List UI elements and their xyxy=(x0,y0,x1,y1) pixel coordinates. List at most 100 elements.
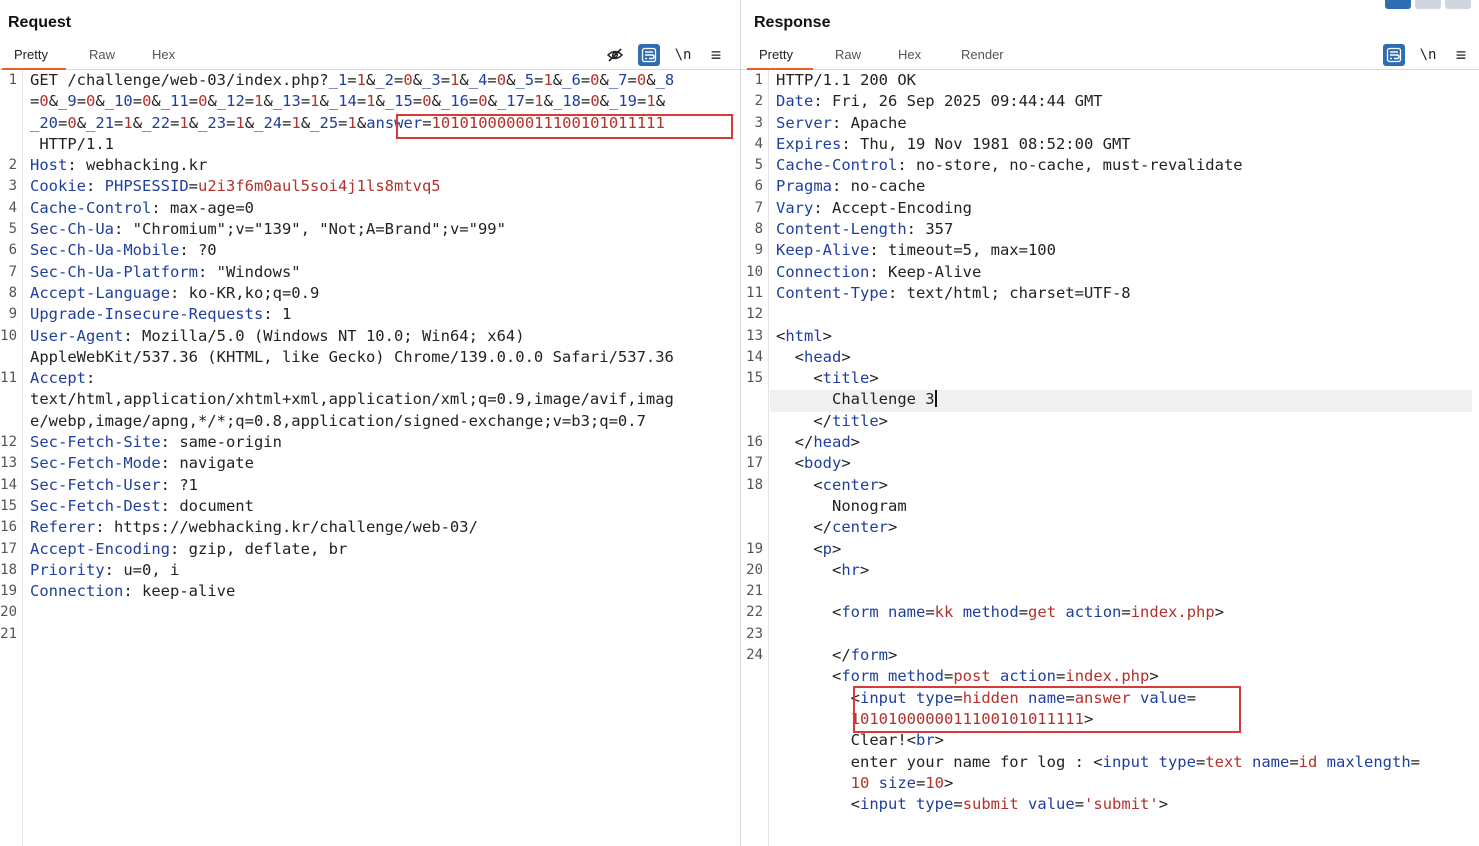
code-line: 3 Cookie: PHPSESSID=u2i3f6m0aul5soi4j1ls8… xyxy=(0,176,738,197)
code-line: 11 Accept: text/html,application/xhtml+xml… xyxy=(0,368,738,432)
line-number: 21 xyxy=(0,625,17,642)
wrap-lines-icon[interactable] xyxy=(1383,44,1405,66)
code-line: 19 Connection: keep-alive xyxy=(0,581,738,602)
code-line: 7 Sec-Ch-Ua-Platform: "Windows" xyxy=(0,262,738,283)
text-caret xyxy=(934,390,937,408)
code-text: =0&_9=0&_10=0&_11=0&_12=1&_13=1&_14=1&_1… xyxy=(30,92,666,111)
line-number: 24 xyxy=(746,647,763,664)
hide-icon[interactable] xyxy=(604,44,626,66)
code-line: 18 Priority: u=0, i xyxy=(0,560,738,581)
line-number: 10 xyxy=(746,263,763,280)
code-line: 20 xyxy=(0,602,738,623)
newline-icon[interactable]: \n xyxy=(672,44,694,66)
code-line: 8 Content-Length: 357 xyxy=(741,219,1479,240)
code-line: 14 <head> xyxy=(741,347,1479,368)
line-number: 15 xyxy=(0,497,17,514)
menu-icon[interactable]: ≡ xyxy=(705,44,727,66)
line-number: 21 xyxy=(746,583,763,600)
request-editor[interactable]: 1 GET /challenge/web-03/index.php?_1=1&_2… xyxy=(0,70,738,645)
code-text: Cache-Control: max-age=0 xyxy=(30,198,254,217)
layout-split-icon[interactable] xyxy=(1385,0,1411,9)
code-text: <head> xyxy=(776,347,851,366)
code-text: </form> xyxy=(776,646,898,665)
code-text: Sec-Ch-Ua: "Chromium";v="139", "Not;A=Br… xyxy=(30,220,506,239)
code-line: 20 <hr> xyxy=(741,560,1479,581)
tab-raw[interactable]: Raw xyxy=(835,47,861,62)
code-text: Expires: Thu, 19 Nov 1981 08:52:00 GMT xyxy=(776,134,1131,153)
code-line: 4 Expires: Thu, 19 Nov 1981 08:52:00 GMT xyxy=(741,134,1479,155)
line-number: 3 xyxy=(754,114,763,131)
response-tabs: Pretty Raw Hex Render \n ≡ xyxy=(741,42,1479,70)
code-line: 4 Cache-Control: max-age=0 xyxy=(0,198,738,219)
line-number: 13 xyxy=(0,455,17,472)
newline-icon[interactable]: \n xyxy=(1417,44,1439,66)
line-number: 16 xyxy=(746,434,763,451)
code-text: <body> xyxy=(776,454,851,473)
line-number: 8 xyxy=(8,284,17,301)
line-number: 15 xyxy=(746,370,763,387)
code-text: AppleWebKit/537.36 (KHTML, like Gecko) C… xyxy=(30,347,674,366)
line-number: 1 xyxy=(754,72,763,88)
hidden-answer-highlight-box xyxy=(853,686,1241,733)
code-line: 2 Host: webhacking.kr xyxy=(0,155,738,176)
code-text: Cookie: PHPSESSID=u2i3f6m0aul5soi4j1ls8m… xyxy=(30,177,441,196)
code-text: <html> xyxy=(776,326,833,345)
code-text: GET /challenge/web-03/index.php?_1=1&_2=… xyxy=(30,71,675,89)
code-line: 13 Sec-Fetch-Mode: navigate xyxy=(0,453,738,474)
code-text: </head> xyxy=(776,433,860,452)
code-text: <hr> xyxy=(776,560,870,579)
line-number: 11 xyxy=(746,284,763,301)
line-number: 2 xyxy=(8,157,17,174)
code-text: Sec-Ch-Ua-Mobile: ?0 xyxy=(30,241,217,260)
line-number: 9 xyxy=(8,306,17,323)
line-number: 4 xyxy=(754,135,763,152)
code-text: User-Agent: Mozilla/5.0 (Windows NT 10.0… xyxy=(30,326,525,345)
code-line: 14 Sec-Fetch-User: ?1 xyxy=(0,475,738,496)
code-text: Sec-Fetch-User: ?1 xyxy=(30,475,198,494)
code-line: 7 Vary: Accept-Encoding xyxy=(741,198,1479,219)
tab-raw[interactable]: Raw xyxy=(89,47,115,62)
code-line: 23 xyxy=(741,624,1479,645)
code-text: Upgrade-Insecure-Requests: 1 xyxy=(30,305,292,324)
code-text: 10 size=10> xyxy=(850,773,954,792)
line-number: 2 xyxy=(754,93,763,110)
layout-vertical-icon[interactable] xyxy=(1445,0,1471,9)
code-text: Nonogram xyxy=(776,496,907,515)
code-line: 5 Cache-Control: no-store, no-cache, must… xyxy=(741,155,1479,176)
line-number: 12 xyxy=(0,434,17,451)
request-title: Request xyxy=(8,14,72,31)
code-line: 15 Sec-Fetch-Dest: document xyxy=(0,496,738,517)
tab-pretty[interactable]: Pretty xyxy=(14,47,48,62)
tab-pretty[interactable]: Pretty xyxy=(759,47,793,62)
code-text: </center> xyxy=(776,518,898,537)
code-line: 3 Server: Apache xyxy=(741,113,1479,134)
code-line: 16 Referer: https://webhacking.kr/challen… xyxy=(0,517,738,538)
line-number: 3 xyxy=(8,178,17,195)
code-line: 22 <form name=kk method=get action=index… xyxy=(741,602,1479,623)
code-line: 19 <p> xyxy=(741,539,1479,560)
code-line: 17 <body> xyxy=(741,453,1479,474)
tab-render[interactable]: Render xyxy=(961,47,1004,62)
request-tabs: Pretty Raw Hex \n ≡ xyxy=(0,42,740,70)
code-line: 1 HTTP/1.1 200 OK xyxy=(741,70,1479,91)
code-line: 6 Pragma: no-cache xyxy=(741,176,1479,197)
tab-hex[interactable]: Hex xyxy=(152,47,175,62)
line-number: 18 xyxy=(746,476,763,493)
code-line: 9 Upgrade-Insecure-Requests: 1 xyxy=(0,304,738,325)
code-text: <center> xyxy=(776,475,889,494)
line-number: 8 xyxy=(754,221,763,238)
line-number: 11 xyxy=(0,370,17,387)
layout-horizontal-icon[interactable] xyxy=(1415,0,1441,9)
code-text: Sec-Fetch-Mode: navigate xyxy=(30,454,254,473)
request-panel: Request Pretty Raw Hex \n ≡ 1 GET /challe… xyxy=(0,0,741,846)
menu-icon[interactable]: ≡ xyxy=(1450,44,1472,66)
code-text: Pragma: no-cache xyxy=(776,177,926,196)
code-text: Keep-Alive: timeout=5, max=100 xyxy=(776,241,1056,260)
tab-hex[interactable]: Hex xyxy=(898,47,921,62)
response-title: Response xyxy=(754,14,831,31)
code-line: 1 GET /challenge/web-03/index.php?_1=1&_2… xyxy=(0,70,738,155)
code-text: e/webp,image/apng,*/*;q=0.8,application/… xyxy=(30,411,646,430)
wrap-lines-icon[interactable] xyxy=(638,44,660,66)
code-line: 9 Keep-Alive: timeout=5, max=100 xyxy=(741,240,1479,261)
code-line: 11 Content-Type: text/html; charset=UTF-8 xyxy=(741,283,1479,304)
